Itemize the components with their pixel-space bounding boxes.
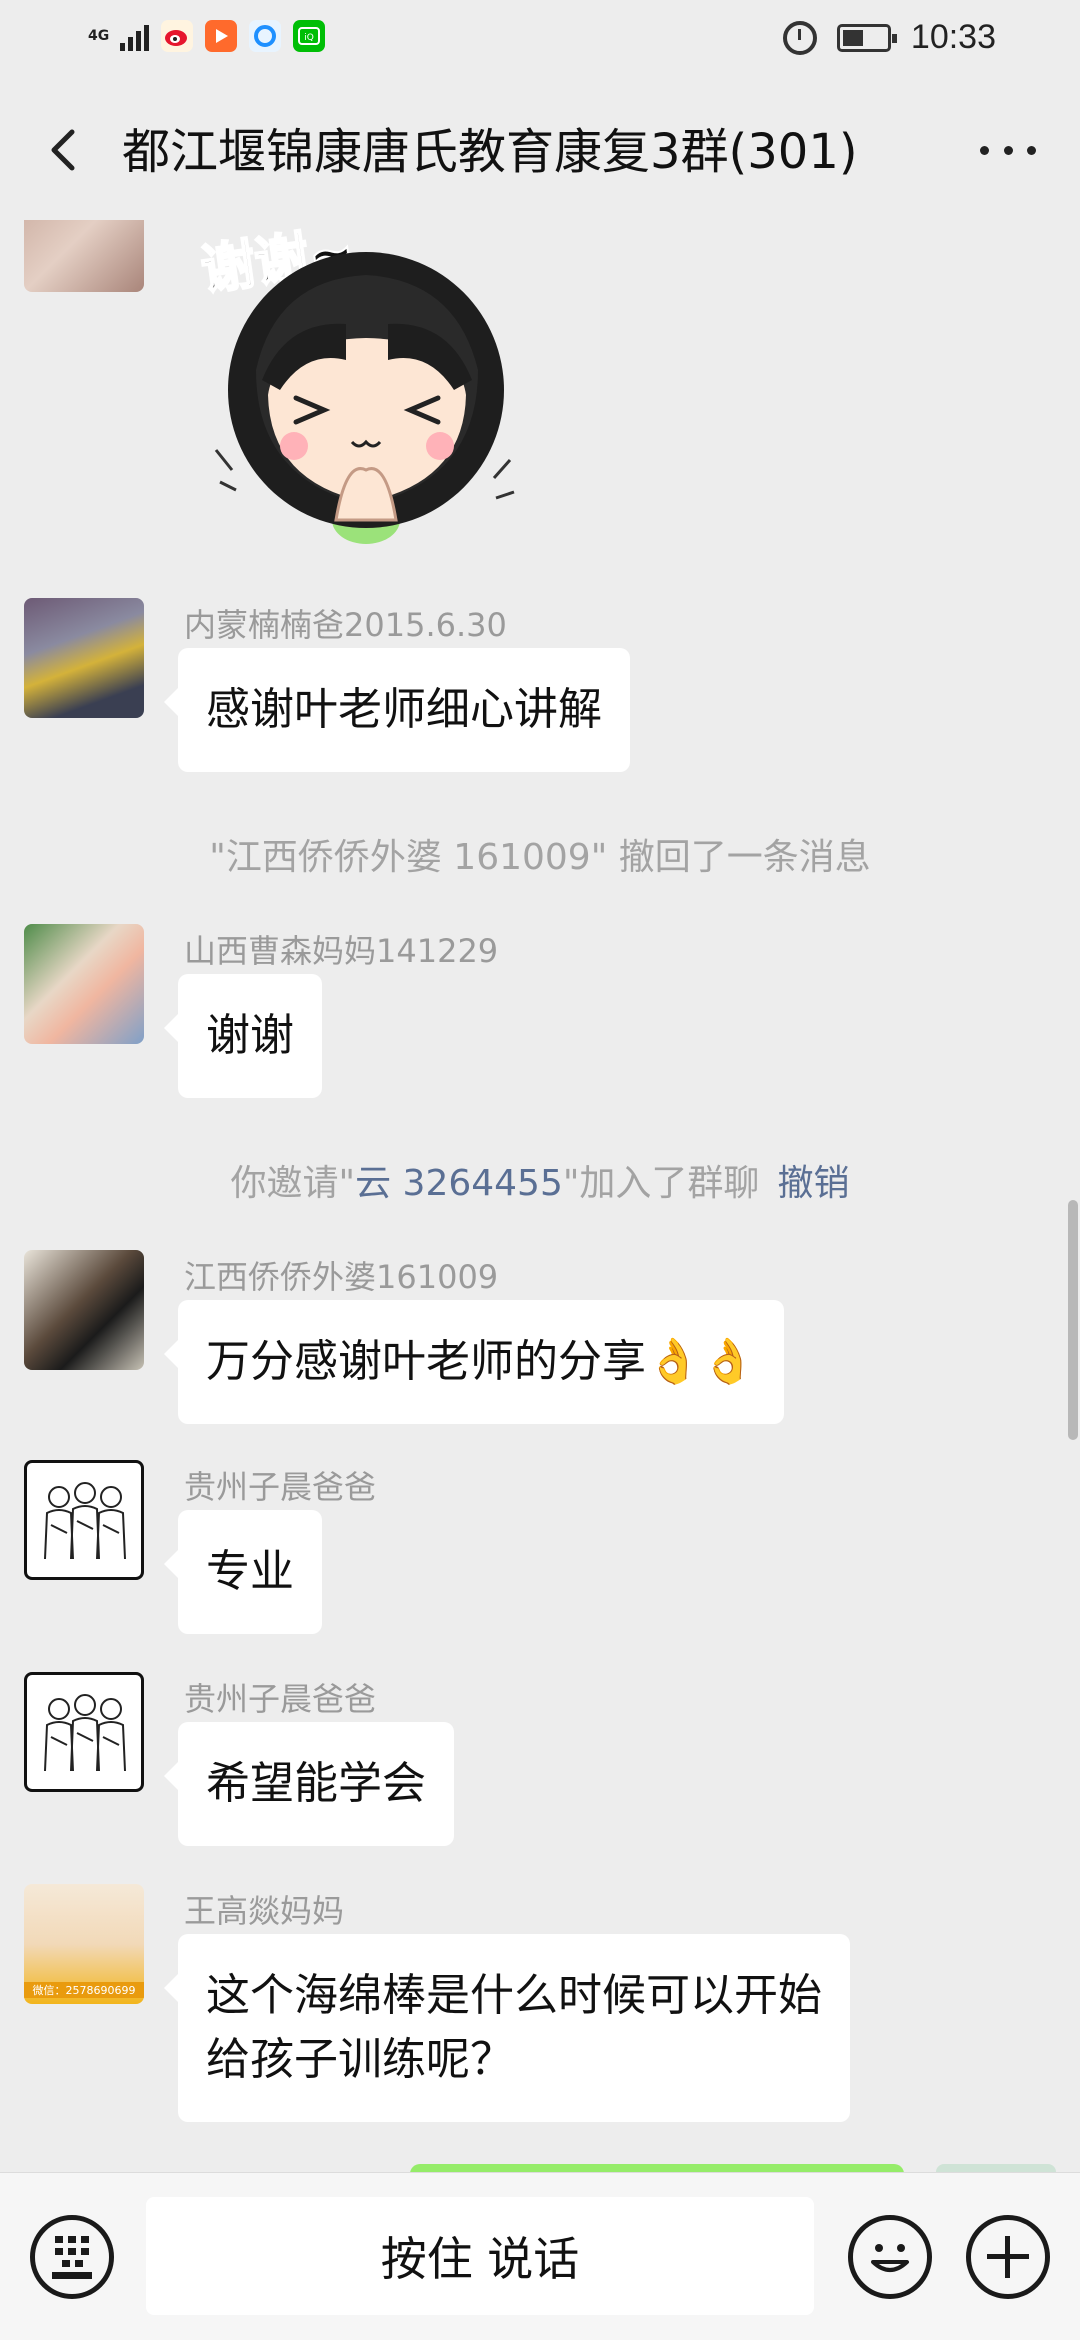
more-options-button[interactable] bbox=[972, 120, 1044, 180]
iqiyi-icon: iQ bbox=[293, 20, 325, 52]
keyboard-toggle-button[interactable] bbox=[30, 2215, 114, 2299]
chat-header: 都江堰锦康唐氏教育康复3群(301) bbox=[0, 80, 1080, 220]
network-type: 4G bbox=[88, 28, 110, 44]
undo-invite-link[interactable]: 撤销 bbox=[777, 1163, 849, 1204]
sender-name: 江西侨侨外婆161009 bbox=[184, 1258, 499, 1296]
video-app-icon bbox=[205, 20, 237, 52]
chevron-left-icon bbox=[51, 129, 75, 171]
back-button[interactable] bbox=[36, 120, 96, 180]
alarm-icon bbox=[782, 20, 817, 55]
battery-icon bbox=[836, 23, 897, 52]
avatar[interactable] bbox=[936, 2164, 1056, 2172]
avatar[interactable] bbox=[24, 1460, 144, 1580]
avatar[interactable] bbox=[24, 1250, 144, 1370]
avatar[interactable] bbox=[24, 220, 144, 292]
message-list[interactable]: 谢谢~ 内蒙楠楠爸2015.6.30 感谢叶老师细心讲解 "江西侨侨外婆 161… bbox=[0, 220, 1080, 2172]
avatar[interactable] bbox=[24, 598, 144, 718]
message-bubble[interactable]: 希望能学会 bbox=[164, 1722, 454, 1846]
hold-to-talk-button[interactable]: 按住 说话 bbox=[146, 2197, 814, 2315]
message-bubble-partial[interactable] bbox=[410, 2164, 904, 2172]
clock: 10:33 bbox=[910, 18, 996, 56]
message-bubble[interactable]: 专业 bbox=[164, 1510, 322, 1634]
more-dots-icon bbox=[980, 145, 989, 155]
family-sketch-image bbox=[44, 1694, 126, 1772]
emoji-button[interactable] bbox=[848, 2215, 932, 2299]
sender-name: 王高燚妈妈 bbox=[184, 1892, 345, 1930]
emoji-icon bbox=[871, 2244, 909, 2272]
sender-name: 内蒙楠楠爸2015.6.30 bbox=[184, 606, 507, 644]
signal-icon bbox=[120, 21, 149, 51]
scrollbar[interactable] bbox=[1068, 1200, 1078, 1440]
invite-notice: 你邀请"云 3264455"加入了群聊 撤销 bbox=[230, 1163, 850, 1204]
family-sketch-image bbox=[44, 1482, 126, 1560]
svg-text:iQ: iQ bbox=[304, 33, 314, 43]
invitee-name[interactable]: 云 3264455 bbox=[355, 1163, 563, 1204]
message-bubble[interactable]: 万分感谢叶老师的分享👌👌 bbox=[164, 1300, 784, 1424]
sender-name: 贵州子晨爸爸 bbox=[184, 1680, 377, 1718]
avatar[interactable] bbox=[24, 1672, 144, 1792]
avatar[interactable]: 微信：2578690699 bbox=[24, 1884, 144, 2004]
status-bar: 4G iQ 10:33 bbox=[0, 0, 1080, 80]
more-functions-button[interactable] bbox=[966, 2215, 1050, 2299]
recall-notice: "江西侨侨外婆 161009" 撤回了一条消息 bbox=[209, 837, 871, 878]
message-bubble[interactable]: 谢谢 bbox=[164, 974, 322, 1098]
avatar[interactable] bbox=[24, 924, 144, 1044]
browser-icon bbox=[249, 20, 281, 52]
input-bar: 按住 说话 bbox=[0, 2172, 1080, 2340]
chat-title: 都江堰锦康唐氏教育康复3群(301) bbox=[122, 124, 858, 180]
message-bubble[interactable]: 这个海绵棒是什么时候可以开始 给孩子训练呢？ bbox=[164, 1934, 850, 2122]
weibo-icon bbox=[161, 20, 193, 52]
sender-name: 贵州子晨爸爸 bbox=[184, 1468, 377, 1506]
sender-name: 山西曹森妈妈141229 bbox=[184, 932, 499, 970]
thank-you-sticker[interactable]: 谢谢~ bbox=[196, 220, 536, 560]
message-bubble[interactable]: 感谢叶老师细心讲解 bbox=[164, 648, 630, 772]
avatar-caption: 微信：2578690699 bbox=[24, 1982, 144, 1998]
